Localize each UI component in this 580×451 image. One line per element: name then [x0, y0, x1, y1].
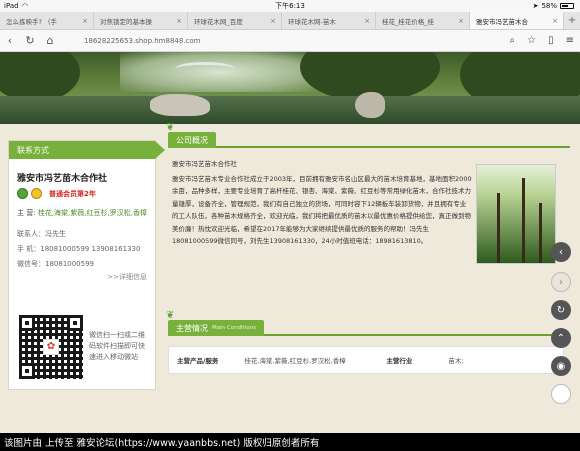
contact-value: 冯先生	[45, 230, 66, 238]
bookmark-star-icon[interactable]: ☆	[527, 35, 536, 46]
contact-header: 联系方式	[9, 141, 165, 159]
overview-text: 雅安市冯艺苗木专业合作社成立于2003年，目前拥有雅安市名山区最大的苗木培育基地…	[172, 174, 472, 246]
business-label: 主 营:	[17, 209, 36, 217]
close-icon[interactable]: ×	[176, 17, 182, 25]
overview-body: 雅安市冯艺苗木合作社 雅安市冯艺苗木专业合作社成立于2003年，目前拥有雅安市名…	[168, 148, 570, 264]
banner-rock	[150, 94, 210, 116]
banner-tree	[0, 52, 80, 102]
qr-corner	[19, 315, 35, 331]
qr-logo-icon: ✿	[43, 339, 59, 355]
industry-label: 主营行业	[386, 357, 413, 365]
search-icon[interactable]: ⌕	[510, 35, 516, 46]
contact-info: 联系人：冯先生 手 机：18081000599 13908161330 微信号：…	[17, 227, 155, 272]
close-icon[interactable]: ×	[82, 17, 88, 25]
main-content: ❦ 公司概况 雅安市冯艺苗木合作社 雅安市冯艺苗木专业合作社成立于2003年，目…	[166, 122, 570, 398]
back-icon[interactable]: ‹	[0, 34, 20, 47]
scroll-top-icon[interactable]: ⌃	[551, 328, 571, 348]
address-actions: ⌕ ☆ ▯ ≡	[510, 35, 574, 46]
refresh-icon[interactable]: ↻	[551, 300, 571, 320]
company-photo	[476, 164, 556, 264]
wechat-label: 微信号：	[17, 260, 45, 268]
industry-value: 苗木;	[448, 357, 464, 365]
main-business-header: ❦ 主营情况 Main Conditions	[166, 310, 570, 336]
reader-icon[interactable]: ▯	[548, 35, 554, 46]
qr-corner	[19, 363, 35, 379]
tab-1[interactable]: 对焦锁定的基本操 ×	[94, 12, 188, 29]
medal-icon	[17, 188, 28, 199]
member-badge: 普通会员第2年	[49, 189, 96, 198]
qr-caption: 微信扫一扫或二维码软件扫描即可快速进入移动微站	[89, 331, 145, 361]
member-row: 普通会员第2年	[17, 188, 155, 199]
tab-5[interactable]: 雅安市冯艺苗木合 ×	[470, 12, 564, 29]
photo-trunk	[497, 193, 500, 263]
close-icon[interactable]: ×	[270, 17, 276, 25]
photo-trunk	[522, 178, 525, 263]
banner-bridge	[175, 62, 235, 76]
tab-label: 环球花木网_百度	[194, 17, 243, 26]
tab-4[interactable]: 桂花_桂花价格_桂 ×	[376, 12, 470, 29]
url-field[interactable]: 18628225653.shop.hm8848.com	[84, 37, 201, 45]
main-business-title: 主营情况	[176, 323, 208, 333]
tab-2[interactable]: 环球花木网_百度 ×	[188, 12, 282, 29]
home-icon[interactable]: ⌂	[40, 34, 60, 47]
badge-icon	[31, 188, 42, 199]
main-business-subtitle: Main Conditions	[212, 325, 256, 331]
main-business-section: ❦ 主营情况 Main Conditions 主营产品/服务 桂花,海棠,紫薇,…	[166, 310, 570, 374]
circle-icon[interactable]	[551, 384, 571, 404]
main-business-tab: 主营情况 Main Conditions	[168, 320, 264, 336]
address-bar: ‹ ↻ ⌂ 18628225653.shop.hm8848.com ⌕ ☆ ▯ …	[0, 30, 580, 52]
menu-icon[interactable]: ≡	[566, 35, 574, 46]
tab-label: 怎么拣映手? （手	[6, 17, 58, 26]
tab-3[interactable]: 环球花木网-苗木 ×	[282, 12, 376, 29]
more-details-link[interactable]: >>详细信息	[9, 272, 147, 282]
phone-value[interactable]: 18081000599 13908161330	[40, 245, 140, 253]
footer-watermark: 该图片由 上传至 雅安论坛(https://www.yaanbbs.net) 版…	[0, 433, 580, 451]
status-right: ➤ 58%	[533, 2, 574, 10]
battery-level: 58%	[541, 2, 557, 10]
prev-icon[interactable]: ‹	[551, 242, 571, 262]
tab-bar: 怎么拣映手? （手 × 对焦锁定的基本操 × 环球花木网_百度 × 环球花木网-苗木 ×…	[0, 12, 580, 30]
main-business-table: 主营产品/服务 桂花,海棠,紫薇,红豆杉,罗汉松,香樟 主营行业 苗木;	[168, 346, 564, 374]
contact-panel: 联系方式 雅安市冯艺苗木合作社 普通会员第2年 主 营: 桂花,海棠,紫薇,红豆…	[8, 140, 165, 390]
close-icon[interactable]: ×	[458, 17, 464, 25]
products-label: 主营产品/服务	[177, 357, 219, 365]
business-row: 主 营: 桂花,海棠,紫薇,红豆杉,罗汉松,香樟	[17, 207, 155, 219]
banner-image	[0, 52, 580, 124]
status-bar: iPad ◠ 下午6:13 ➤ 58%	[0, 0, 580, 12]
tab-label: 环球花木网-苗木	[288, 17, 336, 26]
status-time: 下午6:13	[275, 2, 305, 10]
contact-label: 联系人：	[17, 230, 45, 238]
overview-header: ❦ 公司概况	[166, 122, 570, 148]
photo-trunk	[539, 203, 542, 263]
qr-corner	[67, 315, 83, 331]
next-icon[interactable]: ›	[551, 272, 571, 292]
phone-label: 手 机：	[17, 245, 41, 253]
battery-icon	[560, 3, 574, 9]
tab-label: 雅安市冯艺苗木合	[476, 17, 528, 26]
banner-water	[0, 96, 580, 124]
qr-code: ✿	[19, 315, 83, 379]
close-icon[interactable]: ×	[552, 17, 558, 25]
tab-label: 桂花_桂花价格_桂	[382, 17, 434, 26]
products-value: 桂花,海棠,紫薇,红豆杉,罗汉松,香樟	[244, 357, 346, 365]
overview-tab: 公司概况	[168, 132, 216, 148]
company-name: 雅安市冯艺苗木合作社	[17, 174, 108, 184]
close-icon[interactable]: ×	[364, 17, 370, 25]
overview-title: 公司概况	[176, 135, 208, 145]
eye-icon[interactable]: ◉	[551, 356, 571, 376]
new-tab-icon[interactable]: +	[564, 12, 580, 29]
reload-icon[interactable]: ↻	[20, 34, 40, 47]
location-icon: ➤	[532, 2, 539, 10]
wechat-value: 18081000599	[45, 260, 94, 268]
banner-rock	[355, 92, 385, 118]
business-value: 桂花,海棠,紫薇,红豆杉,罗汉松,香樟	[37, 209, 147, 217]
tab-label: 对焦锁定的基本操	[100, 17, 152, 26]
tab-0[interactable]: 怎么拣映手? （手 ×	[0, 12, 94, 29]
